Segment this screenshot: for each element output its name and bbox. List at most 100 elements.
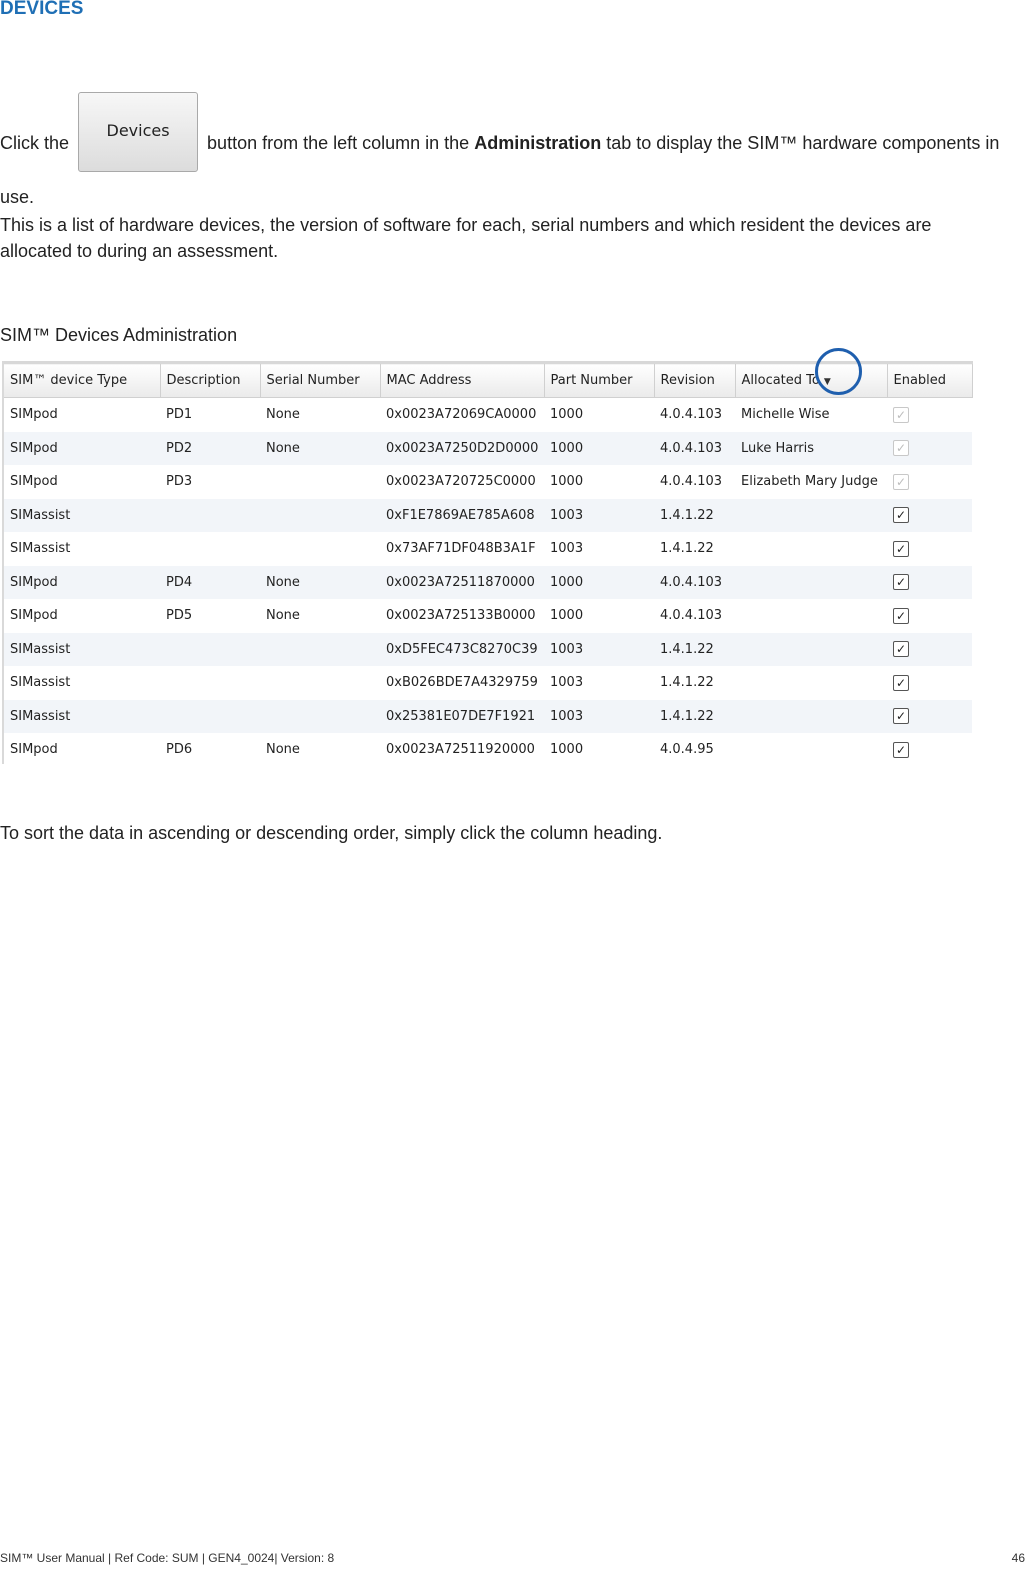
table-cell: ✓ [887,498,972,532]
table-cell: 1003 [550,541,584,557]
table-cell: 0x25381E07DE7F1921 [380,699,544,733]
table-cell: 4.0.4.95 [660,742,714,758]
table-cell: ✓ [887,632,972,666]
enabled-checkbox-icon[interactable]: ✓ [893,473,909,490]
table-cell: 1.4.1.22 [660,675,714,691]
table-cell: 0xB026BDE7A4329759 [386,675,538,691]
footer-page-number: 46 [1011,1551,1025,1565]
table-cell: ✓ [887,599,972,633]
enabled-checkbox-icon[interactable]: ✓ [893,641,909,658]
table-cell: SIMpod [10,474,58,490]
table-cell: PD4 [160,565,260,599]
table-cell: ✓ [887,733,972,767]
column-header[interactable]: SIM™ device Type [4,361,161,398]
enabled-checkbox-icon[interactable]: ✓ [893,440,909,457]
enabled-checkbox-icon[interactable]: ✓ [893,674,909,691]
column-header-label: Revision [660,373,715,388]
table-row[interactable]: SIMpod PD6 None 0x0023A72511920000 1000 4.0.4… [4,733,972,767]
table-cell: 1.4.1.22 [654,498,735,532]
devices-button[interactable]: Devices [78,92,199,172]
table-cell [160,666,260,700]
table-cell: 4.0.4.103 [660,474,723,490]
table-cell [160,498,260,532]
table-cell: 4.0.4.103 [654,431,735,465]
table-cell: 4.0.4.103 [660,608,723,624]
table-cell: ✓ [887,465,972,499]
column-header[interactable]: Part Number [544,361,655,398]
column-header[interactable]: Description [160,361,261,398]
description-paragraph: This is a list of hardware devices, the … [0,215,932,261]
table-cell: 4.0.4.103 [660,407,723,423]
table-cell: 1000 [550,742,584,758]
table-cell: Luke Harris [735,431,887,465]
table-row[interactable]: SIMpod PD5 None 0x0023A725133B0000 1000 4.0.4… [4,599,972,633]
table-row[interactable]: SIMassist 0x25381E07DE7F1921 1003 1.4.1.22 ✓ [4,699,972,733]
enabled-checkbox-icon[interactable]: ✓ [893,507,909,524]
table-cell: ✓ [887,398,972,432]
table-cell: ✓ [887,532,972,566]
enabled-checkbox-icon[interactable]: ✓ [893,708,909,725]
table-row[interactable]: SIMassist 0xD5FEC473C8270C39 1003 1.4.1.22 ✓ [4,632,972,666]
table-cell: SIMassist [4,699,160,733]
table-cell: 0x73AF71DF048B3A1F [386,541,536,557]
table-cell [735,498,887,532]
table-cell: 1.4.1.22 [660,541,714,557]
table-cell [260,532,380,566]
intro-text-middle: button from the left column in the [202,132,475,153]
table-row[interactable]: SIMpod PD4 None 0x0023A72511870000 1000 4.0.4… [4,565,972,599]
table-cell: PD1 [166,407,193,423]
table-cell: None [260,431,380,465]
table-cell: Elizabeth Mary Judge [741,474,878,490]
column-header[interactable]: Revision [654,361,736,398]
column-header-label: Description [166,373,241,388]
table-cell: ✓ [887,666,972,700]
column-header-label: MAC Address [386,373,472,388]
table-cell: 1000 [550,608,584,624]
table-row[interactable]: SIMassist 0xF1E7869AE785A608 1003 1.4.1.22 ✓ [4,498,972,532]
table-row[interactable]: SIMassist 0xB026BDE7A4329759 1003 1.4.1.22 ✓ [4,666,972,700]
table-cell: 1000 [544,431,654,465]
column-header[interactable]: Serial Number [260,361,381,398]
table-cell: 1003 [544,498,654,532]
column-header[interactable]: Allocated To ▼ [735,361,888,398]
table-cell: 1003 [544,699,654,733]
table-cell [260,666,380,700]
devices-grid: SIM™ device Type Description Serial Number… [2,361,973,764]
table-cell: PD2 [160,431,260,465]
table-cell: 1003 [544,632,654,666]
column-header-label: SIM™ device Type [10,373,128,388]
table-cell: None [266,742,300,758]
table-cell [735,666,887,700]
enabled-checkbox-icon[interactable]: ✓ [893,540,909,557]
column-header-label: Allocated To [741,373,820,388]
table-cell: 1000 [550,474,584,490]
administration-tab-name: Administration [474,132,602,153]
enabled-checkbox-icon[interactable]: ✓ [893,574,909,591]
table-row[interactable]: SIMpod PD2 None 0x0023A7250D2D0000 1000 4.0.4… [4,431,972,465]
table-cell: SIMpod [4,431,160,465]
column-header[interactable]: MAC Address [380,361,545,398]
table-cell: 4.0.4.103 [654,565,735,599]
table-cell [160,532,260,566]
table-cell [735,733,887,767]
enabled-checkbox-icon[interactable]: ✓ [893,406,909,423]
table-cell [735,632,887,666]
sort-highlight-circle [815,348,862,395]
table-cell: 0x0023A720725C0000 [386,474,536,490]
column-header[interactable]: Enabled [887,361,973,398]
table-row[interactable]: SIMassist 0x73AF71DF048B3A1F 1003 1.4.1.22 ✓ [4,532,972,566]
table-cell: Michelle Wise [741,407,830,423]
table-cell: 1000 [544,565,654,599]
section-heading: DEVICES [0,0,84,19]
intro-paragraph: Click the Devices button from the left c… [0,92,1025,210]
table-cell: SIMpod [4,565,160,599]
table-cell: 1000 [550,407,584,423]
enabled-checkbox-icon[interactable]: ✓ [893,741,909,758]
table-cell: None [266,407,300,423]
table-row[interactable]: SIMpod PD1 None 0x0023A72069CA0000 1000 4.0.4… [4,398,972,432]
table-row[interactable]: SIMpod PD3 0x0023A720725C0000 1000 4.0.4.103… [4,465,972,499]
table-cell: ✓ [887,699,972,733]
enabled-checkbox-icon[interactable]: ✓ [893,607,909,624]
sort-instruction: To sort the data in ascending or descend… [0,823,663,843]
table-cell: 0x0023A72511870000 [380,565,544,599]
